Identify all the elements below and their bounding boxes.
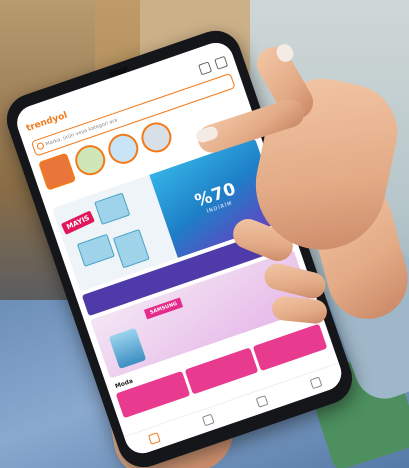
phone-product-image — [108, 327, 147, 369]
product-image — [76, 233, 115, 267]
tab-home[interactable] — [148, 431, 161, 446]
product-image — [94, 192, 131, 225]
tab-categories[interactable] — [201, 413, 215, 427]
search-icon — [35, 141, 45, 151]
promo-badge: MAYIS — [60, 210, 96, 235]
story-thumbnail — [38, 152, 77, 191]
story-thumbnail — [104, 129, 143, 168]
grid-icon — [201, 413, 215, 426]
photo-scene: trendyol Marka, ürün veya kategori ara M… — [0, 0, 409, 468]
tab-cart[interactable] — [255, 394, 269, 409]
product-image — [112, 228, 150, 269]
story-thumbnail — [137, 118, 176, 157]
tab-account[interactable] — [309, 376, 322, 390]
home-icon — [148, 431, 161, 445]
user-icon — [309, 376, 322, 389]
heart-icon[interactable] — [197, 60, 212, 75]
story-item[interactable] — [137, 118, 178, 166]
cart-icon — [255, 394, 269, 408]
samsung-brand: SAMSUNG — [143, 297, 184, 320]
bell-icon[interactable] — [213, 55, 228, 70]
story-thumbnail — [71, 141, 110, 180]
